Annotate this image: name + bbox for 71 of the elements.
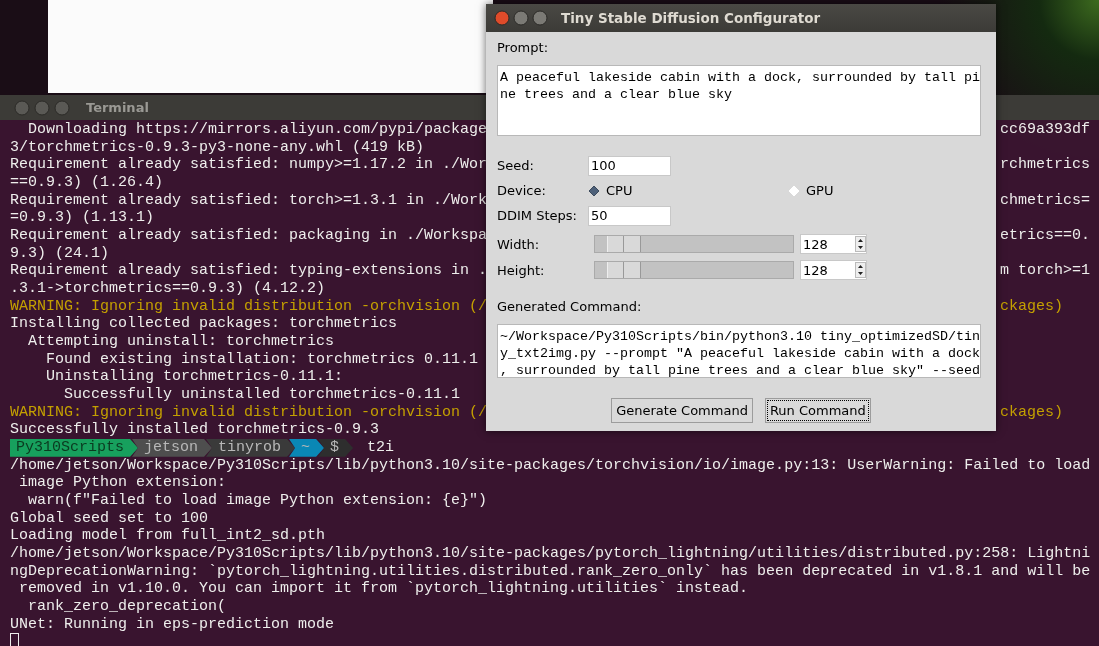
terminal-line: Attempting uninstall: torchmetrics <box>27 333 335 351</box>
terminal-line: /home/jetson/Workspace/Py310Scripts/lib/python3.10/site-packages/torchvision/io/image.py:13: UserWarning: Failed to load <box>10 456 1091 474</box>
close-button[interactable] <box>494 10 510 26</box>
action-button[interactable]: Generate Command <box>611 398 753 423</box>
terminal-line: /home/jetson/Workspace/Py310Scripts/lib/python3.10/site-packages/pytorch_lightning/utilities/distributed.py:258: Lightni <box>10 545 1091 563</box>
field-label: Device: <box>497 183 547 198</box>
terminal-line: Requirement already satisfied: torch>=1.3.1 in ./Work <box>10 191 488 210</box>
terminal-line: Successfully installed torchmetrics-0.9.3 <box>10 421 380 439</box>
field-label: Generated Command: <box>497 299 643 316</box>
terminal-line: WARNING: Ignoring invalid distribution -orchvision (/ <box>10 403 488 422</box>
terminal-line: =0.9.3) (1.13.1) <box>10 209 155 227</box>
terminal-line: removed in v1.10.0. You can import it from `pytorch_lightning.utilities` instead. <box>18 580 749 598</box>
window-title: Tiny Stable Diffusion Configurator <box>561 10 821 26</box>
prompt-segment: jetson <box>132 439 213 457</box>
terminal-line: image Python extension: <box>18 474 227 492</box>
terminal-line: warn(f"Failed to load image Python extension: {e}") <box>27 492 488 510</box>
slider[interactable] <box>594 261 794 279</box>
seed-field[interactable]: 100 <box>588 155 671 176</box>
prompt-segment: tinyrob <box>206 439 296 457</box>
terminal-line: .3.1->torchmetrics==0.9.3) (4.12.2) <box>10 280 326 298</box>
terminal-line: Installing collected packages: torchmetrics <box>10 315 398 333</box>
field-label: Width: <box>497 236 541 252</box>
terminal-line: ==0.9.3) (1.26.4) <box>10 174 164 191</box>
terminal-line: UNet: Running in eps-prediction mode <box>10 615 335 633</box>
terminal-line: Requirement already satisfied: numpy>=1.17.2 in ./Wor <box>10 156 488 175</box>
terminal-command: t2i <box>367 439 395 457</box>
field-label: DDIM Steps: <box>497 208 578 223</box>
terminal-line: rchmetrics <box>1000 156 1090 175</box>
slider-thumb[interactable] <box>606 262 641 278</box>
terminal-line: Uninstalling torchmetrics-0.11.1: <box>45 368 344 386</box>
slider[interactable] <box>594 235 794 253</box>
command-field[interactable]: ~/Workspace/Py310Scripts/bin/python3.10 tiny_optimizedSD/tiny_txt2img.py --prompt "A peaceful lakeside cabin with a dock, surrounded by tall pine trees and a clear blue sky" --seed <box>497 324 981 378</box>
radio-icon[interactable] <box>588 184 600 197</box>
terminal-line: Global seed set to 100 <box>10 509 209 527</box>
terminal-line: m torch>=1 <box>1000 262 1090 281</box>
field-label: Height: <box>497 262 546 278</box>
terminal-line: WARNING: Ignoring invalid distribution -orchvision (/ <box>10 297 488 316</box>
maximize-button[interactable] <box>532 10 548 26</box>
terminal-line: 3/torchmetrics-0.9.3-py3-none-any.whl (419 kB) <box>10 138 425 156</box>
steps-field[interactable]: 50 <box>588 205 671 226</box>
terminal-line: Loading model from full_int2_sd.pth <box>10 527 326 545</box>
radio-label[interactable]: CPU <box>606 183 633 198</box>
terminal-line: Requirement already satisfied: typing-extensions in . <box>10 262 488 281</box>
terminal-line: cc69a393df <box>1000 121 1090 139</box>
terminal-line: ckages) <box>1000 403 1063 422</box>
terminal-line: etrics==0. <box>1000 227 1090 245</box>
terminal-line: ckages) <box>1000 297 1063 316</box>
terminal-line: Successfully uninstalled torchmetrics-0.11.1 <box>63 386 461 404</box>
terminal-line: 9.3) (24.1) <box>10 244 110 262</box>
spin-box[interactable]: 128 <box>800 234 867 254</box>
prompt-segment: Py310Scripts <box>10 439 139 457</box>
prompt-segment: $ <box>318 439 354 457</box>
close-button[interactable] <box>14 99 30 116</box>
spin-box[interactable]: 128 <box>800 260 867 280</box>
terminal-line: Requirement already satisfied: packaging in ./Workspa <box>10 227 488 245</box>
field-label: Seed: <box>497 158 535 173</box>
window-title: Terminal <box>86 100 149 115</box>
minimize-button[interactable] <box>513 10 529 26</box>
terminal-line: Found existing installation: torchmetrics 0.11.1 <box>45 350 479 368</box>
slider-thumb[interactable] <box>606 236 641 252</box>
terminal-line: rank_zero_deprecation( <box>27 598 227 616</box>
field-label: Prompt: <box>497 40 550 57</box>
prompt-field[interactable]: A peaceful lakeside cabin with a dock, surrounded by tall pine trees and a clear blue sky <box>497 65 981 136</box>
minimize-button[interactable] <box>34 99 50 116</box>
maximize-button[interactable] <box>54 99 70 116</box>
terminal-line: Downloading https://mirrors.aliyun.com/pypi/package <box>27 121 488 139</box>
terminal-line: chmetrics= <box>1000 191 1090 210</box>
radio-label[interactable]: GPU <box>806 183 834 198</box>
action-button[interactable]: Run Command <box>764 398 871 423</box>
terminal-line: ngDeprecationWarning: `pytorch_lightning.utilities.distributed.rank_zero_only` has been deprecated in v1.8.1 and will be <box>10 562 1091 580</box>
terminal-cursor <box>10 633 19 646</box>
